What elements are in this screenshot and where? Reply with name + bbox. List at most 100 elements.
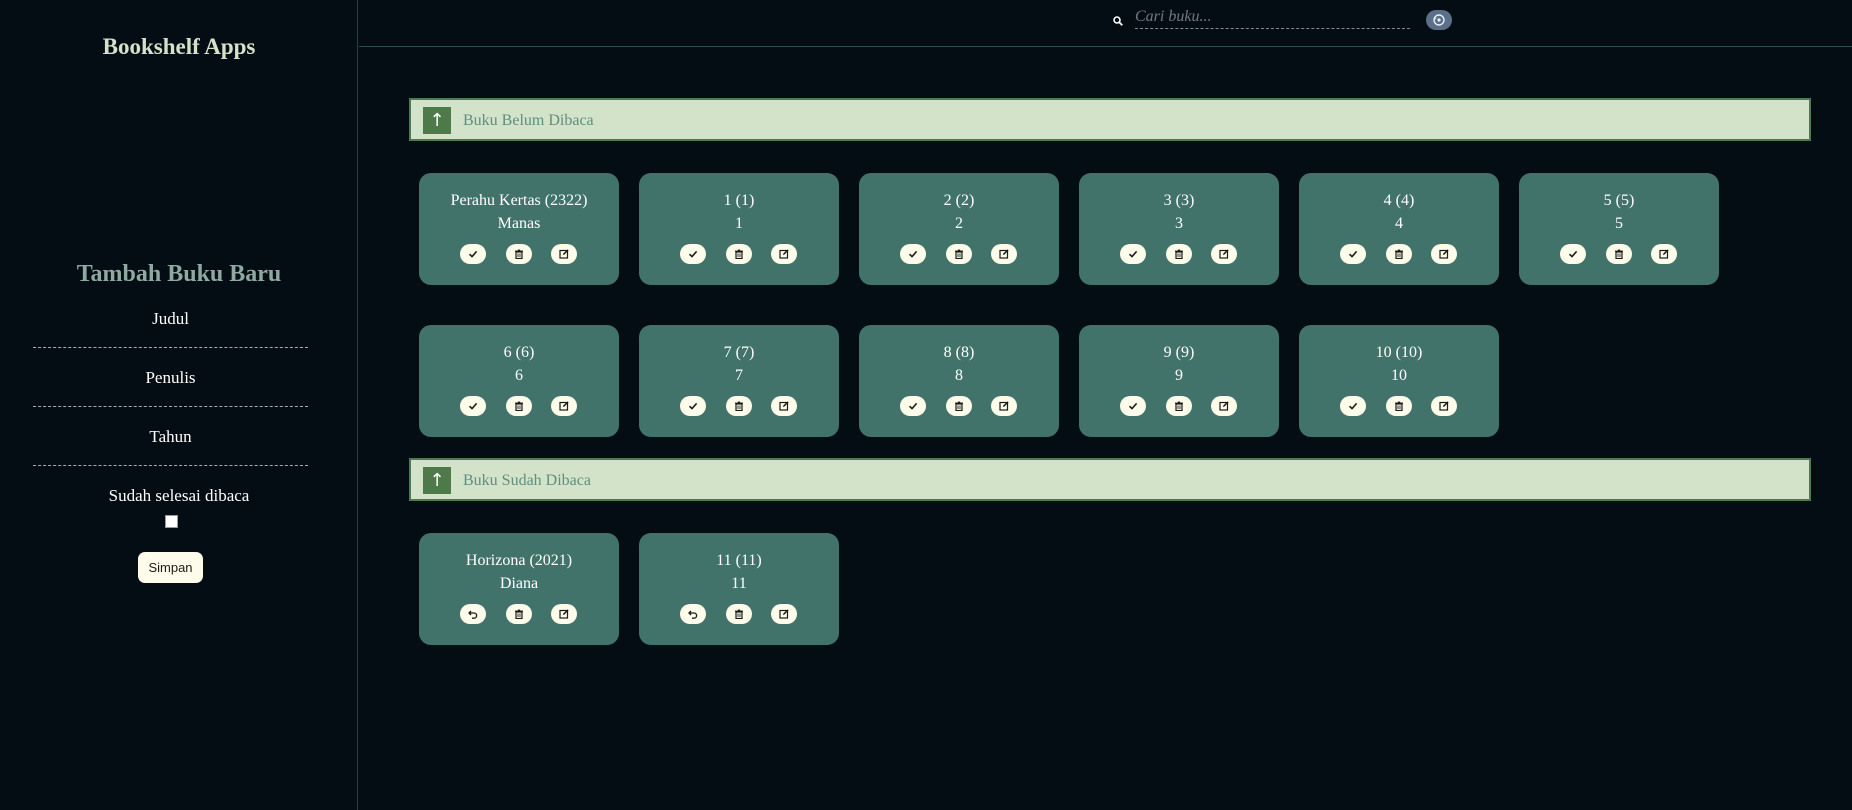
- book-card: Horizona (2021) Diana: [419, 533, 619, 645]
- sidebar: Bookshelf Apps Tambah Buku Baru Judul Pe…: [0, 0, 358, 810]
- mark-unread-button[interactable]: [460, 604, 486, 624]
- search-button[interactable]: [1426, 10, 1452, 30]
- book-author: 4: [1395, 215, 1403, 232]
- year-field-label: Tahun: [149, 427, 192, 446]
- delete-button[interactable]: [726, 244, 752, 264]
- mark-read-button[interactable]: [680, 396, 706, 416]
- read-shelf-toggle[interactable]: ↑: [423, 467, 451, 494]
- book-author: Manas: [497, 215, 541, 232]
- book-author: 10: [1391, 367, 1407, 384]
- delete-button[interactable]: [726, 396, 752, 416]
- unread-shelf-title: Buku Belum Dibaca: [463, 112, 594, 129]
- delete-button[interactable]: [1386, 396, 1412, 416]
- mark-read-button[interactable]: [1120, 396, 1146, 416]
- delete-button[interactable]: [946, 244, 972, 264]
- arrow-up-icon: ↑: [429, 110, 445, 131]
- book-actions: [1299, 244, 1499, 264]
- book-card: 3 (3) 3: [1079, 173, 1279, 285]
- edit-button[interactable]: [771, 244, 797, 264]
- finished-checkbox[interactable]: [165, 515, 178, 528]
- delete-button[interactable]: [506, 396, 532, 416]
- edit-button[interactable]: [1431, 244, 1457, 264]
- delete-button[interactable]: [506, 244, 532, 264]
- edit-button[interactable]: [1651, 244, 1677, 264]
- delete-button[interactable]: [1166, 396, 1192, 416]
- book-title: 3 (3): [1163, 192, 1195, 209]
- book-author: 7: [735, 367, 743, 384]
- edit-button[interactable]: [1211, 396, 1237, 416]
- book-title: 5 (5): [1603, 192, 1635, 209]
- edit-button[interactable]: [991, 396, 1017, 416]
- edit-button[interactable]: [991, 244, 1017, 264]
- book-title: Perahu Kertas (2322): [450, 192, 588, 209]
- search-icon: [1113, 13, 1123, 26]
- arrow-up-icon: ↑: [429, 470, 445, 491]
- mark-read-button[interactable]: [460, 244, 486, 264]
- book-card: 1 (1) 1: [639, 173, 839, 285]
- mark-read-button[interactable]: [900, 244, 926, 264]
- read-shelf-title: Buku Sudah Dibaca: [463, 472, 591, 489]
- book-author: 1: [735, 215, 743, 232]
- refresh-icon: [1426, 14, 1452, 34]
- book-title: 2 (2): [943, 192, 975, 209]
- delete-button[interactable]: [946, 396, 972, 416]
- book-title: 4 (4): [1383, 192, 1415, 209]
- book-title: 6 (6): [503, 344, 535, 361]
- mark-unread-button[interactable]: [680, 604, 706, 624]
- unread-shelf-header: ↑ Buku Belum Dibaca: [409, 98, 1811, 141]
- edit-button[interactable]: [551, 396, 577, 416]
- title-field-underline: [33, 347, 308, 348]
- delete-button[interactable]: [506, 604, 532, 624]
- book-title: 11 (11): [716, 552, 762, 569]
- year-field-underline: [33, 465, 308, 466]
- delete-button[interactable]: [1166, 244, 1192, 264]
- delete-button[interactable]: [1606, 244, 1632, 264]
- book-actions: [639, 604, 839, 624]
- mark-read-button[interactable]: [460, 396, 486, 416]
- book-author: 2: [955, 215, 963, 232]
- book-card: 8 (8) 8: [859, 325, 1059, 437]
- read-shelf-header: ↑ Buku Sudah Dibaca: [409, 458, 1811, 501]
- edit-button[interactable]: [771, 604, 797, 624]
- delete-button[interactable]: [726, 604, 752, 624]
- book-card: Perahu Kertas (2322) Manas: [419, 173, 619, 285]
- mark-read-button[interactable]: [1120, 244, 1146, 264]
- book-card: 2 (2) 2: [859, 173, 1059, 285]
- book-author: 8: [955, 367, 963, 384]
- delete-button[interactable]: [1386, 244, 1412, 264]
- book-card: 11 (11) 11: [639, 533, 839, 645]
- search-input[interactable]: Cari buku...: [1135, 8, 1410, 29]
- mark-read-button[interactable]: [680, 244, 706, 264]
- mark-read-button[interactable]: [900, 396, 926, 416]
- book-author: Diana: [499, 575, 539, 592]
- title-field[interactable]: Judul: [33, 309, 308, 348]
- author-field-underline: [33, 406, 308, 407]
- book-actions: [639, 244, 839, 264]
- year-field[interactable]: Tahun: [33, 427, 308, 466]
- book-card: 5 (5) 5: [1519, 173, 1719, 285]
- mark-read-button[interactable]: [1560, 244, 1586, 264]
- book-actions: [639, 396, 839, 416]
- edit-button[interactable]: [1211, 244, 1237, 264]
- book-author: 5: [1615, 215, 1623, 232]
- book-title: 8 (8): [943, 344, 975, 361]
- mark-read-button[interactable]: [1340, 244, 1366, 264]
- app-title: Bookshelf Apps: [102, 34, 256, 59]
- book-actions: [419, 244, 619, 264]
- edit-button[interactable]: [551, 244, 577, 264]
- unread-shelf-toggle[interactable]: ↑: [423, 107, 451, 134]
- edit-button[interactable]: [771, 396, 797, 416]
- book-actions: [1079, 396, 1279, 416]
- book-actions: [419, 396, 619, 416]
- book-title: 9 (9): [1163, 344, 1195, 361]
- book-card: 9 (9) 9: [1079, 325, 1279, 437]
- edit-button[interactable]: [1431, 396, 1457, 416]
- form-title: Tambah Buku Baru: [76, 261, 282, 287]
- edit-button[interactable]: [551, 604, 577, 624]
- book-actions: [859, 244, 1059, 264]
- save-button[interactable]: Simpan: [138, 552, 203, 583]
- author-field[interactable]: Penulis: [33, 368, 308, 407]
- title-field-label: Judul: [152, 309, 189, 328]
- mark-read-button[interactable]: [1340, 396, 1366, 416]
- author-field-label: Penulis: [145, 368, 196, 387]
